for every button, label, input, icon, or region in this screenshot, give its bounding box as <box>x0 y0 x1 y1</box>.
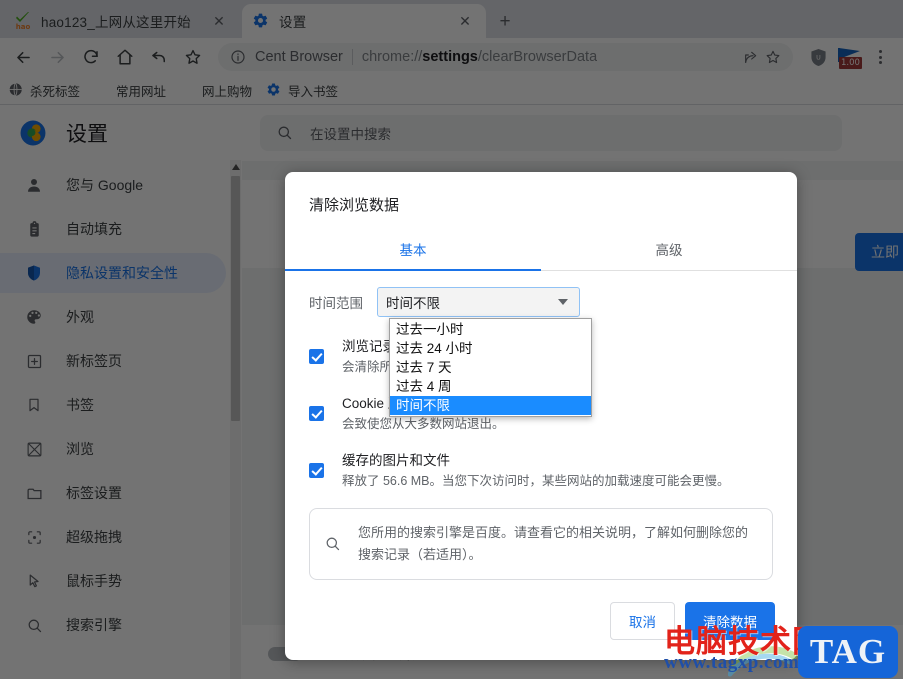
checkbox-title: 缓存的图片和文件 <box>342 453 450 468</box>
dialog-body: 时间范围 时间不限 过去一小时 过去 24 小时 过去 7 天 过去 4 周 时… <box>285 271 797 580</box>
time-range-dropdown-list[interactable]: 过去一小时 过去 24 小时 过去 7 天 过去 4 周 时间不限 <box>389 318 592 417</box>
checkbox-description: 会致使您从大多数网站退出。 <box>342 417 505 431</box>
search-engine-note: 您所用的搜索引擎是百度。请查看它的相关说明，了解如何删除您的搜索记录（若适用）。 <box>309 508 773 580</box>
time-range-label: 时间范围 <box>309 296 363 311</box>
dialog-title: 清除浏览数据 <box>309 197 400 214</box>
dropdown-option-last-hour[interactable]: 过去一小时 <box>390 320 591 339</box>
checkbox-row-cached-files[interactable]: 缓存的图片和文件 释放了 56.6 MB。当您下次访问时，某些网站的加载速度可能… <box>309 451 773 491</box>
time-range-select[interactable]: 时间不限 <box>377 287 580 317</box>
search-icon <box>324 535 342 553</box>
checkbox-browsing-history[interactable] <box>309 349 324 364</box>
dropdown-option-last-24-hours[interactable]: 过去 24 小时 <box>390 339 591 358</box>
checkbox-cached-files[interactable] <box>309 463 324 478</box>
dropdown-option-last-7-days[interactable]: 过去 7 天 <box>390 358 591 377</box>
dropdown-option-last-4-weeks[interactable]: 过去 4 周 <box>390 377 591 396</box>
dropdown-option-all-time[interactable]: 时间不限 <box>390 396 591 415</box>
time-range-value: 时间不限 <box>386 296 440 311</box>
time-range-row: 时间范围 时间不限 过去一小时 过去 24 小时 过去 7 天 过去 4 周 时… <box>309 287 773 417</box>
clear-browsing-data-dialog: 清除浏览数据 基本 高级 时间范围 时间不限 过去一小时 过去 24 小时 过去… <box>285 172 797 660</box>
checkbox-description: 释放了 56.6 MB。当您下次访问时，某些网站的加载速度可能会更慢。 <box>342 474 730 488</box>
dialog-tabs: 基本 高级 <box>285 229 797 271</box>
checkbox-cookies[interactable] <box>309 406 324 421</box>
browser-window: hao hao123_上网从这里开始 ✕ 设置 ✕ + <box>0 0 903 679</box>
tab-basic[interactable]: 基本 <box>285 229 541 270</box>
cancel-button[interactable]: 取消 <box>610 602 675 640</box>
note-text: 您所用的搜索引擎是百度。请查看它的相关说明，了解如何删除您的搜索记录（若适用）。 <box>358 525 749 562</box>
tab-advanced[interactable]: 高级 <box>541 229 797 270</box>
chevron-down-icon <box>558 299 568 305</box>
dialog-footer: 取消 清除数据 <box>285 580 797 660</box>
clear-data-button[interactable]: 清除数据 <box>685 602 775 640</box>
